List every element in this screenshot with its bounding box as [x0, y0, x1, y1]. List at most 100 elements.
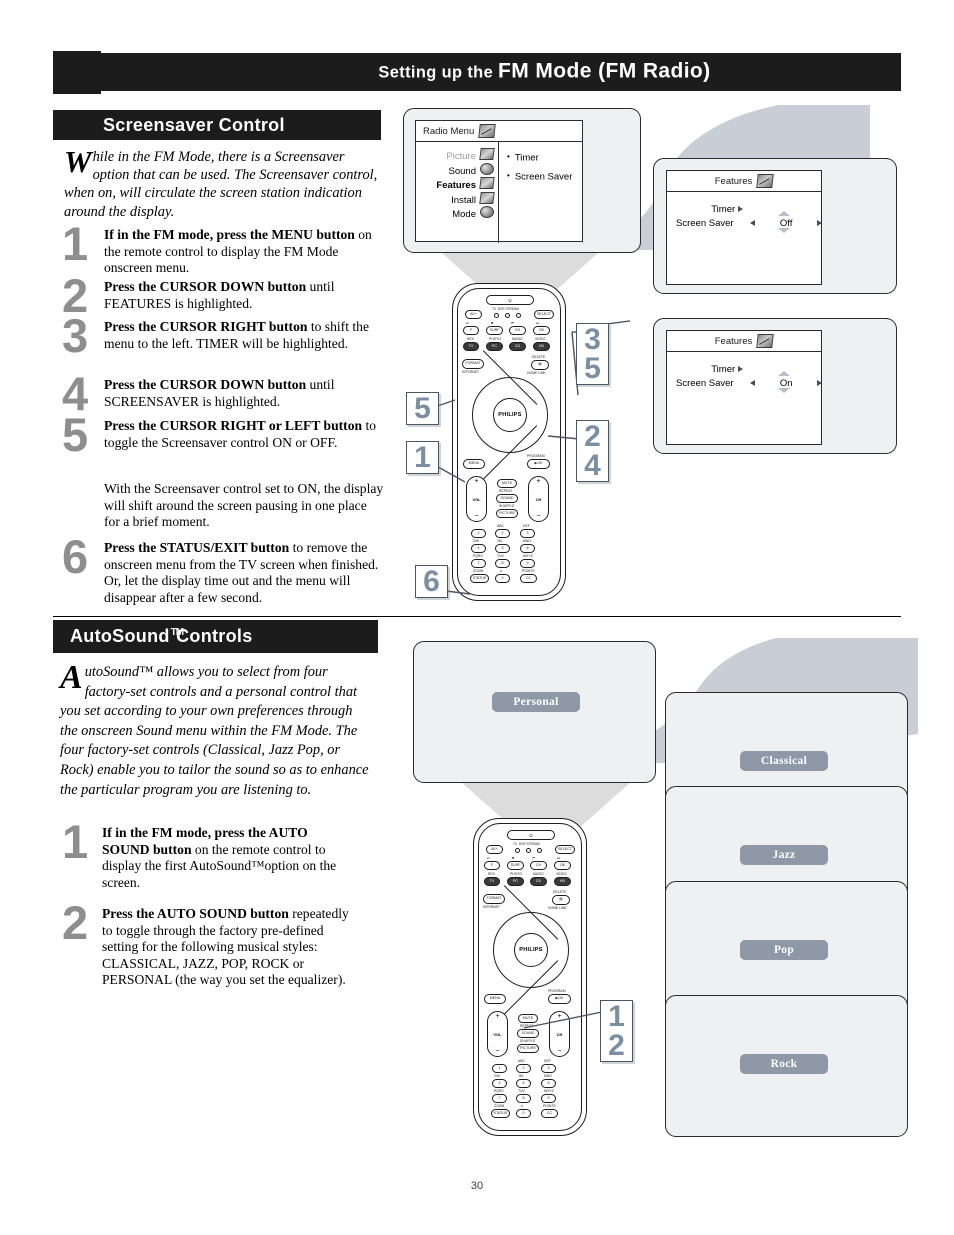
- screensaver-intro: While in the FM Mode, there is a Screens…: [64, 144, 382, 221]
- picture-button-bottom[interactable]: PICTURE: [517, 1044, 539, 1053]
- cd-source-button-bottom[interactable]: CD: [530, 877, 547, 886]
- ch-label-bottom: CH: [556, 1031, 563, 1037]
- features-icon: [479, 177, 495, 189]
- callout-bottom-1: 1: [608, 1000, 625, 1033]
- page-title-bar: Setting up the FM Mode (FM Radio): [53, 53, 901, 91]
- features-screen-on: Features Timer Screen Saver On: [666, 330, 823, 445]
- key-6-bottom[interactable]: 6: [541, 1079, 556, 1088]
- status-exit-button-bottom[interactable]: STATUS: [491, 1109, 510, 1118]
- key-8-bottom[interactable]: 8: [516, 1094, 531, 1103]
- page-number: 30: [470, 1180, 484, 1192]
- hd-source-button-bottom[interactable]: HD: [554, 877, 571, 886]
- autosound-heading-main: AutoSound: [70, 626, 170, 646]
- av-button-bottom[interactable]: AV+: [486, 845, 503, 854]
- select-button-bottom[interactable]: SELECT: [555, 845, 575, 854]
- autosound-intro-text: utoSound™ allows you to select from four…: [60, 664, 369, 798]
- step-6-number: 6: [62, 530, 89, 583]
- volume-rocker-bottom[interactable]: + VOL −: [487, 1011, 508, 1057]
- features-tv-on: Features Timer Screen Saver On: [653, 318, 897, 454]
- screensaver-section-header: Screensaver Control: [53, 110, 381, 140]
- page-title: Setting up the FM Mode (FM Radio): [53, 60, 901, 84]
- menu-item-picture[interactable]: Picture: [422, 148, 495, 163]
- pc-source-button-bottom[interactable]: PC: [507, 877, 524, 886]
- features-screensaver-label-off: Screen Saver: [676, 218, 734, 229]
- ok-small-button-bottom[interactable]: OK: [554, 861, 571, 870]
- remote-control-bottom: ⏻ TV DVR STREAM AV+ SELECT ⏯ ■ ⏮ ⏭ F SUR…: [473, 818, 587, 1136]
- program-ok-button-bottom[interactable]: ▶OK: [548, 994, 571, 1004]
- tv-source-button-bottom[interactable]: TV: [484, 877, 500, 886]
- features-row-timer-on[interactable]: Timer: [667, 364, 823, 375]
- mode-icon: [480, 206, 494, 218]
- autosound-intro: AutoSound™ allows you to select from fou…: [60, 659, 370, 800]
- cc-button-bottom[interactable]: CC: [541, 1109, 558, 1118]
- mute-button-bottom[interactable]: MUTE: [518, 1014, 538, 1023]
- screensaver-heading: Screensaver Control: [103, 114, 285, 135]
- menu-item-install[interactable]: Install: [422, 191, 495, 207]
- step-1-bold: If in the FM mode, press the MENU button: [104, 227, 355, 242]
- callout-1: 1: [406, 441, 439, 474]
- dropcap-w: W: [64, 144, 92, 179]
- menu-button-bottom[interactable]: MENU: [484, 994, 506, 1004]
- autosound-section-header: AutoSoundTMControls: [53, 620, 378, 653]
- features-title-row-off: Features: [667, 171, 821, 192]
- dropcap-a: A: [60, 659, 83, 696]
- callout-1-num: 1: [414, 441, 431, 474]
- channel-rocker-bottom[interactable]: + CH −: [549, 1011, 570, 1057]
- screensaver-intro-text: hile in the FM Mode, there is a Screensa…: [64, 149, 378, 220]
- step-5-number: 5: [62, 408, 89, 461]
- menu-divider: [498, 142, 500, 243]
- menu-item-sound[interactable]: Sound: [422, 162, 494, 178]
- features-row-screensaver-off[interactable]: Screen Saver Off: [676, 211, 822, 233]
- dpad-center-bottom[interactable]: PHILIPS: [514, 933, 548, 967]
- surf-button-bottom[interactable]: SURF: [507, 861, 524, 870]
- delete-button-bottom[interactable]: ▤: [552, 895, 570, 905]
- features-row-screensaver-on[interactable]: Screen Saver On: [676, 371, 823, 393]
- features-screen-off: Features Timer Screen Saver Off: [666, 170, 822, 285]
- key-4-bottom[interactable]: 4: [492, 1079, 507, 1088]
- callout-2-4: 2 4: [576, 420, 609, 482]
- key-3-bottom[interactable]: 3: [541, 1064, 556, 1073]
- submenu-item-timer[interactable]: Timer: [507, 148, 572, 167]
- key-1-bottom[interactable]: 1: [492, 1064, 507, 1073]
- picture-icon: [479, 148, 495, 160]
- key-9-bottom[interactable]: 9: [541, 1094, 556, 1103]
- key-0-bottom[interactable]: 0: [516, 1109, 531, 1118]
- screensaver-arrow-left-icon-off[interactable]: [750, 220, 756, 226]
- features-row-timer-off[interactable]: Timer: [667, 204, 823, 215]
- features-icon-off: [756, 174, 774, 188]
- ch-button-bottom[interactable]: CH: [530, 861, 547, 870]
- band-pill-personal: Personal: [492, 692, 580, 712]
- led-tv-bottom: [515, 848, 520, 853]
- format-button-bottom[interactable]: FORMAT: [483, 894, 505, 904]
- power-button-bottom[interactable]: ⏻: [507, 830, 555, 840]
- submenu-item-screen-saver[interactable]: Screen Saver: [507, 167, 573, 186]
- philips-brand-bottom: PHILIPS: [519, 947, 543, 953]
- callout-bottom-2: 2: [608, 1029, 625, 1062]
- autosound-heading-rest: Controls: [176, 626, 253, 646]
- radio-menu-left-list: Picture Sound Features Install Mode: [422, 148, 495, 221]
- step-6-bold: Press the STATUS/EXIT button: [104, 540, 290, 555]
- auto-sound-button-bottom[interactable]: SOUND: [517, 1029, 539, 1038]
- screensaver-arrow-left-icon-on[interactable]: [750, 380, 756, 386]
- radio-menu-title-row: Radio Menu: [416, 121, 582, 142]
- key-5-bottom[interactable]: 5: [516, 1079, 531, 1088]
- led-dvr-bottom: [526, 848, 531, 853]
- manual-page: Setting up the FM Mode (FM Radio) Screen…: [0, 0, 954, 1235]
- callout-6-num: 6: [423, 565, 440, 598]
- autosound-tv-rock: Rock: [665, 995, 908, 1137]
- menu-item-features[interactable]: Features: [422, 177, 495, 192]
- screensaver-note: With the Screensaver control set to ON, …: [104, 481, 384, 530]
- autosound-step-1-number: 1: [62, 815, 89, 868]
- radio-menu-screen: Radio Menu Picture Sound Features Instal…: [415, 120, 583, 243]
- callout-3: 3: [584, 323, 601, 356]
- band-pill-classical: Classical: [740, 751, 828, 771]
- key-7-bottom[interactable]: 7: [492, 1094, 507, 1103]
- menu-item-mode[interactable]: Mode: [422, 206, 494, 221]
- callout-5-num: 5: [414, 392, 431, 425]
- key-2-bottom[interactable]: 2: [516, 1064, 531, 1073]
- play-pause-button-bottom[interactable]: F: [484, 861, 500, 870]
- screensaver-arrow-right-icon-on[interactable]: [817, 380, 823, 386]
- screensaver-arrow-right-icon-off[interactable]: [816, 220, 822, 226]
- section-divider: [53, 616, 901, 617]
- menu-item-mode-label: Mode: [452, 209, 476, 220]
